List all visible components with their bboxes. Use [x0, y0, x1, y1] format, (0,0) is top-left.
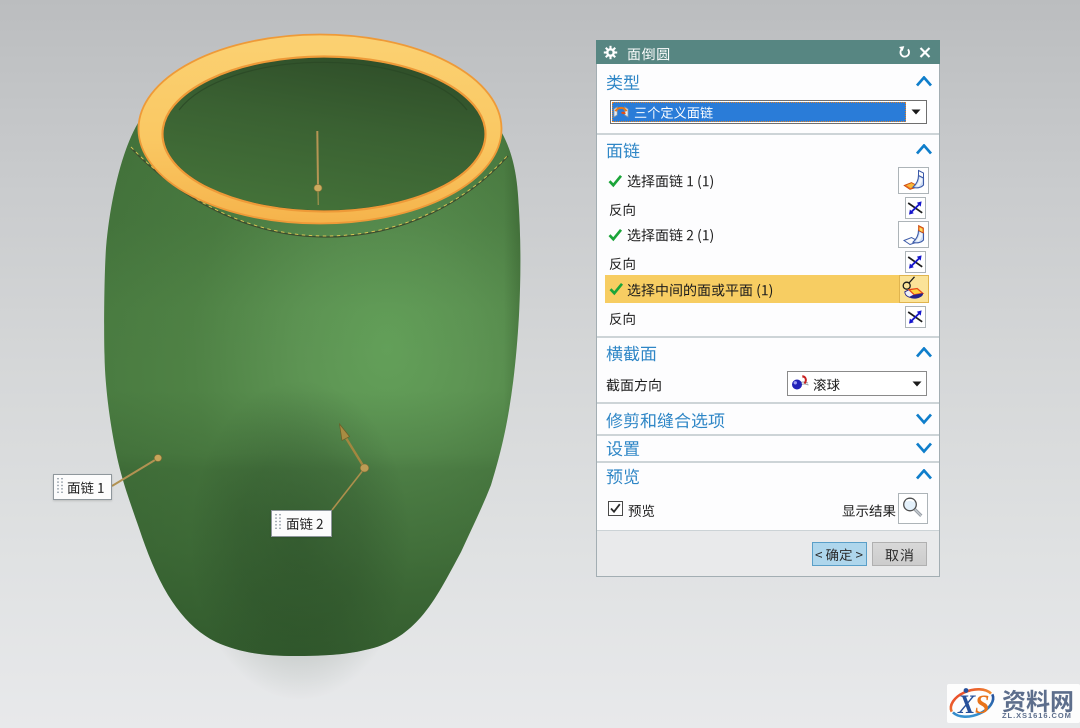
svg-text:X: X [957, 690, 976, 719]
svg-text:S: S [975, 690, 989, 719]
